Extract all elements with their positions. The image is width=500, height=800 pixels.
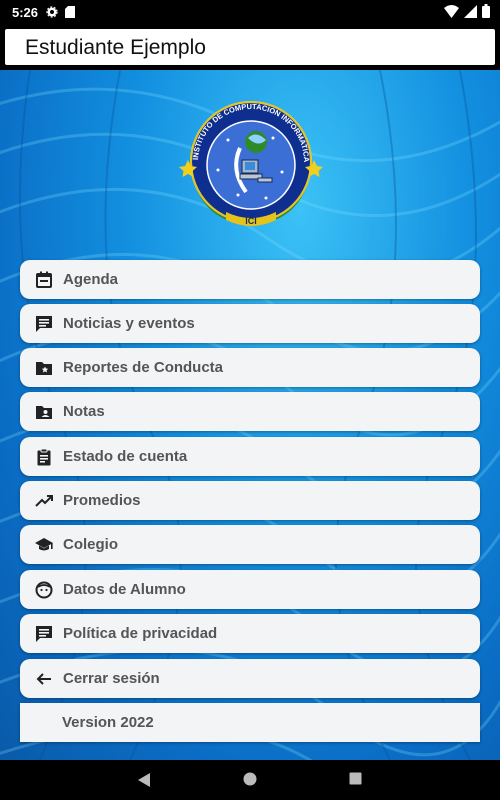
trending-up-icon	[33, 490, 55, 512]
menu-item-promedios[interactable]: Promedios	[20, 481, 480, 520]
menu-item-label: Noticias y eventos	[63, 315, 195, 332]
face-icon	[33, 579, 55, 601]
menu-item-notas[interactable]: Notas	[20, 392, 480, 431]
clipboard-icon	[33, 446, 55, 468]
battery-icon	[482, 4, 490, 18]
menu-item-agenda[interactable]: Agenda	[20, 260, 480, 299]
calendar-icon	[33, 269, 55, 291]
menu-item-label: Política de privacidad	[63, 625, 218, 642]
wifi-icon	[444, 4, 459, 18]
menu-item-label: Agenda	[63, 271, 119, 288]
menu-item-label: Notas	[63, 403, 105, 420]
menu-item-politica[interactable]: Política de privacidad	[20, 614, 480, 653]
folder-star-icon	[33, 357, 55, 379]
logo-badge-text: ICI	[245, 216, 257, 226]
settings-icon	[46, 6, 58, 18]
page-title: Estudiante Ejemplo	[25, 36, 206, 59]
menu-item-label: Promedios	[63, 492, 141, 509]
back-nav-icon[interactable]	[137, 772, 151, 788]
menu-item-cerrar-sesion[interactable]: Cerrar sesión	[20, 659, 480, 698]
menu-item-label: Estado de cuenta	[63, 448, 188, 465]
version-label: Version 2022	[62, 714, 154, 731]
school-icon	[33, 534, 55, 556]
signal-icon	[464, 4, 477, 18]
menu-item-label: Cerrar sesión	[63, 670, 160, 687]
title-box: Estudiante Ejemplo	[5, 29, 495, 65]
menu-item-version: Version 2022	[20, 703, 480, 742]
chat-icon	[33, 623, 55, 645]
menu-item-estado-cuenta[interactable]: Estado de cuenta	[20, 437, 480, 476]
chat-icon	[33, 313, 55, 335]
navigation-bar	[0, 760, 500, 800]
menu-item-colegio[interactable]: Colegio	[20, 525, 480, 564]
recents-nav-icon[interactable]	[349, 772, 362, 785]
menu-item-label: Colegio	[63, 536, 118, 553]
menu-item-reportes[interactable]: Reportes de Conducta	[20, 348, 480, 387]
menu-item-label: Reportes de Conducta	[63, 359, 224, 376]
status-bar: 5:26	[0, 0, 500, 24]
school-logo: INSTITUTO DE COMPUTACION INFORMATICA ICI	[179, 101, 323, 226]
menu-item-label: Datos de Alumno	[63, 581, 186, 598]
menu-item-datos-alumno[interactable]: Datos de Alumno	[20, 570, 480, 609]
arrow-back-icon	[33, 668, 55, 690]
app-header: Estudiante Ejemplo	[0, 24, 500, 70]
status-time: 5:26	[12, 4, 39, 20]
home-nav-icon[interactable]	[243, 772, 257, 786]
folder-account-icon	[33, 401, 55, 423]
sd-card-icon	[65, 6, 76, 18]
menu-item-noticias[interactable]: Noticias y eventos	[20, 304, 480, 343]
